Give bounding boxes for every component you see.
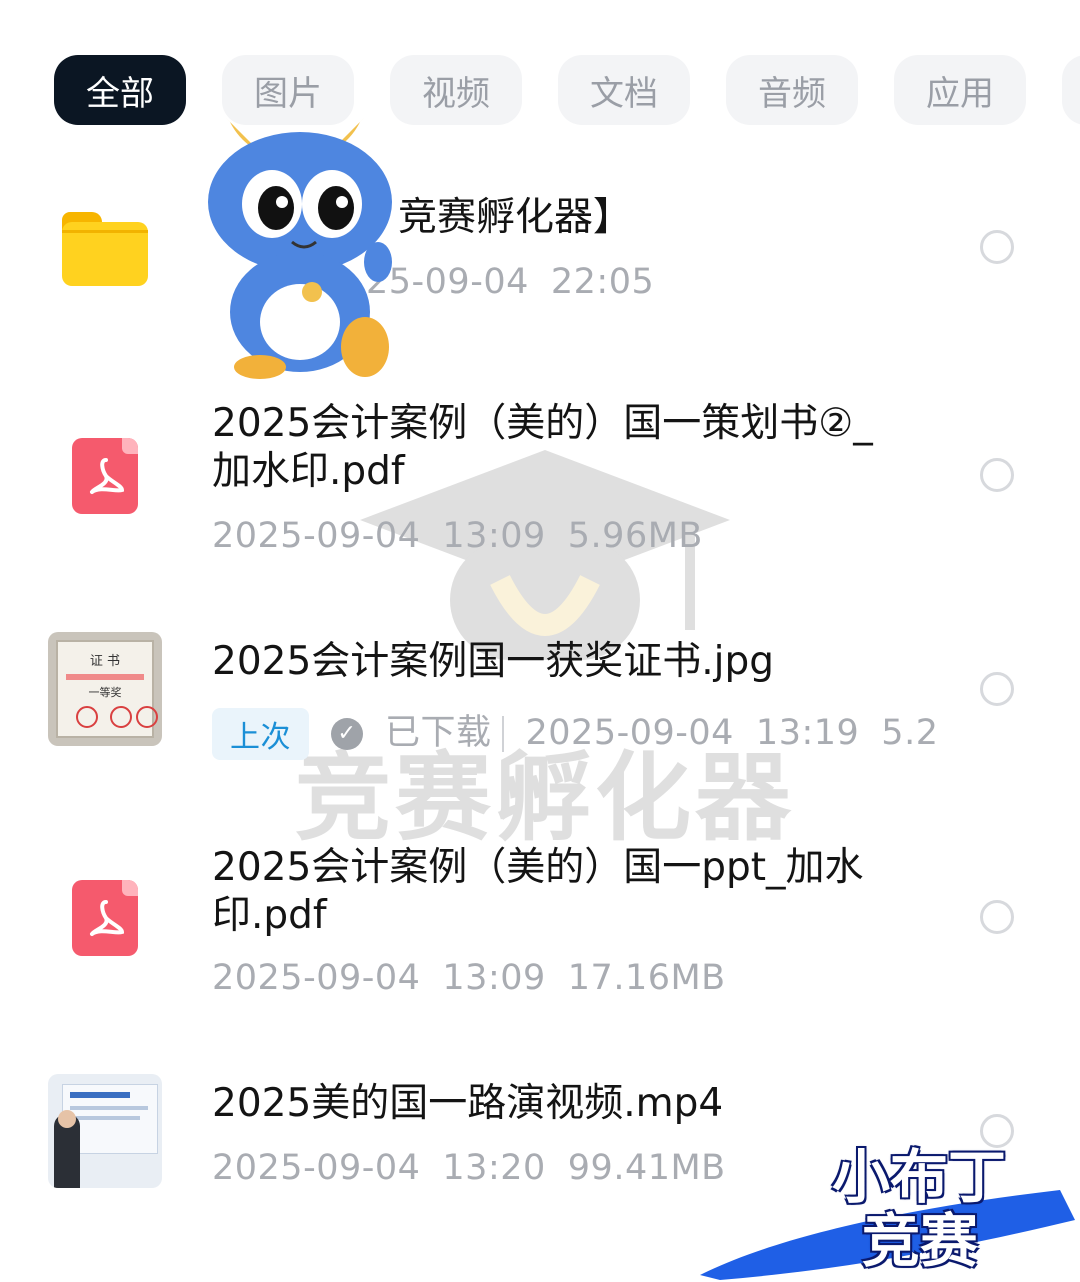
list-item[interactable]: 2025会计案例（美的）国一ppt_加水印.pdf 2025-09-04 13:0… (0, 842, 1080, 1012)
file-meta: 2025-09-04 13:20 99.41MB (212, 1148, 726, 1188)
list-item[interactable]: 竞赛孵化器】 25-09-04 22:05 (0, 190, 1080, 320)
radio-circle-icon[interactable] (980, 458, 1014, 492)
tab-documents[interactable]: 文档 (558, 55, 690, 125)
tab-videos[interactable]: 视频 (390, 55, 522, 125)
file-name: 2025美的国一路演视频.mp4 (212, 1081, 724, 1126)
dragon-mascot (208, 118, 392, 379)
brand-line-2: 竞赛 (862, 1207, 979, 1275)
file-meta: 25-09-04 22:05 (366, 262, 655, 302)
list-item[interactable]: 证 书 一等奖 2025会计案例国一获奖证书.jpg 上次 ✓ 已下载 2025-09… (0, 632, 1080, 762)
file-meta: 上次 ✓ 已下载 2025-09-04 13:19 5.2 (212, 704, 960, 760)
list-item[interactable]: 2025会计案例（美的）国一策划书②_加水印.pdf 2025-09-04 13:… (0, 398, 1080, 568)
last-time-tag: 上次 (212, 708, 309, 760)
brand-sticker: 小布丁 竞赛 (690, 1140, 1080, 1282)
folder-icon (62, 212, 148, 286)
pdf-icon (72, 880, 138, 956)
check-circle-icon: ✓ (331, 718, 363, 750)
file-name: 2025会计案例（美的）国一ppt_加水印.pdf (212, 845, 864, 938)
pdf-icon (72, 438, 138, 514)
brand-line-1: 小布丁 (832, 1143, 1007, 1211)
radio-circle-icon[interactable] (980, 672, 1014, 706)
video-thumbnail (48, 1074, 162, 1188)
certificate-thumbnail: 证 书 一等奖 (48, 632, 162, 746)
tab-apps[interactable]: 应用 (894, 55, 1026, 125)
file-meta: 2025-09-04 13:09 17.16MB (212, 958, 726, 998)
file-name: 2025会计案例（美的）国一策划书②_加水印.pdf (212, 401, 873, 494)
radio-circle-icon[interactable] (980, 230, 1014, 264)
radio-circle-icon[interactable] (980, 900, 1014, 934)
file-meta: 2025-09-04 13:09 5.96MB (212, 516, 703, 556)
tab-audio[interactable]: 音频 (726, 55, 858, 125)
downloaded-label: 已下载 (385, 713, 492, 753)
tab-all[interactable]: 全部 (54, 55, 186, 125)
file-name: 2025会计案例国一获奖证书.jpg (212, 639, 774, 684)
tab-more[interactable] (1062, 55, 1080, 125)
file-name: 竞赛孵化器】 (398, 195, 633, 240)
